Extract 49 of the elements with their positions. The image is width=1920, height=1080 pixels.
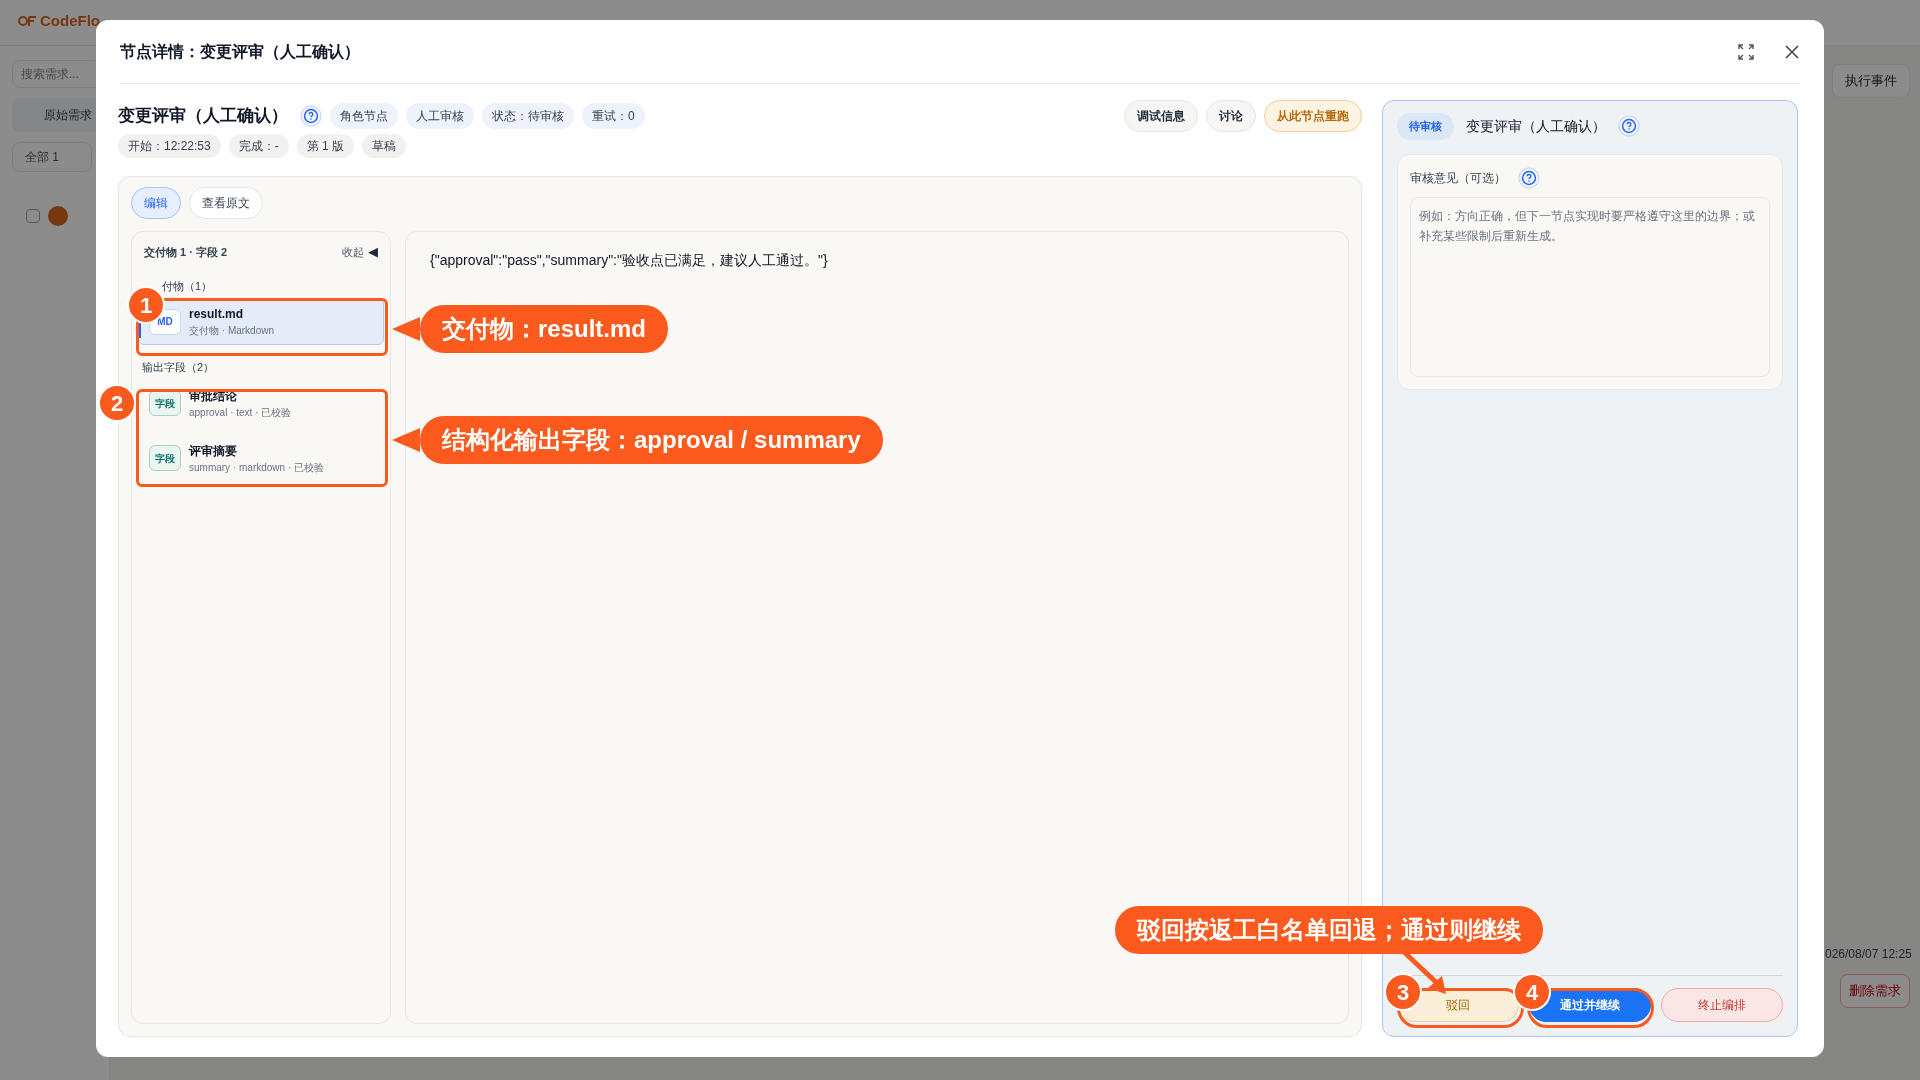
outline-summary: 交付物 1 · 字段 2 — [144, 244, 228, 260]
node-tag: 状态：待审核 — [482, 103, 574, 129]
app-logo: CodeFlo — [18, 10, 100, 33]
item-subtitle: summary · markdown · 已校验 — [189, 460, 324, 475]
comment-field[interactable]: 例如：方向正确，但下一节点实现时要严格遵守这里的边界；或补充某些限制后重新生成。 — [1410, 196, 1770, 377]
view-tab[interactable]: 编辑 — [131, 187, 181, 219]
node-title: 变更评审（人工确认） — [118, 105, 288, 128]
group-heading: 付物（1） — [161, 278, 214, 294]
document-icon — [48, 206, 68, 226]
node-tag: 角色节点 — [330, 103, 398, 129]
node-tag: 人工审核 — [406, 103, 474, 129]
meta-tag: 第 1 版 — [296, 134, 355, 158]
action-button[interactable]: 调试信息 — [1124, 100, 1198, 132]
dialog-title: 节点详情：变更评审（人工确认） — [120, 41, 360, 62]
review-title: 变更评审（人工确认） — [1466, 116, 1606, 136]
logo-icon — [18, 15, 38, 28]
checkbox[interactable] — [26, 209, 40, 223]
meta-tag: 开始：12:22:53 — [118, 134, 221, 158]
callout-label: 驳回按返工白名单回退；通过则继续 — [1115, 906, 1543, 954]
timestamp: 026/08/07 12:25 — [1825, 946, 1912, 963]
close-icon[interactable] — [1784, 43, 1800, 60]
status-badge: 待审核 — [1397, 113, 1454, 140]
filter-select[interactable]: 全部 1 — [12, 142, 92, 172]
help-icon[interactable] — [1518, 166, 1540, 189]
node-tag: 重试：0 — [582, 103, 645, 129]
outline-item[interactable]: 字段 评审摘要 summary · markdown · 已校验 — [138, 434, 384, 482]
item-subtitle: approval · text · 已校验 — [189, 405, 292, 420]
help-icon[interactable] — [1618, 115, 1640, 138]
item-title: 评审摘要 — [189, 442, 238, 460]
arrow-icon — [392, 428, 420, 452]
field-label: 审核意见（可选） — [1410, 169, 1506, 187]
view-tab[interactable]: 查看原文 — [189, 187, 263, 219]
expand-icon[interactable] — [1738, 43, 1754, 60]
review-button[interactable]: 终止编排 — [1661, 988, 1783, 1022]
collapse-button[interactable]: 收起 ◀ — [342, 242, 378, 262]
item-title: result.md — [189, 306, 244, 323]
type-badge: 字段 — [149, 445, 181, 471]
meta-tag: 草稿 — [362, 134, 407, 158]
arrow-icon — [392, 317, 420, 341]
group-heading: 输出字段（2） — [141, 360, 216, 375]
help-icon[interactable] — [300, 105, 322, 127]
item-subtitle: 交付物 · Markdown — [189, 324, 274, 338]
meta-tag: 完成：- — [228, 134, 289, 158]
delete-button[interactable]: 删除需求 — [1840, 974, 1910, 1008]
json-output: {"approval":"pass","summary":"验收点已满足，建议人工通过。"} — [430, 251, 829, 270]
type-badge: 字段 — [149, 390, 181, 416]
event-button[interactable]: 执行事件 — [1832, 64, 1910, 98]
action-button[interactable]: 从此节点重跑 — [1264, 100, 1362, 132]
action-button[interactable]: 讨论 — [1206, 100, 1256, 132]
